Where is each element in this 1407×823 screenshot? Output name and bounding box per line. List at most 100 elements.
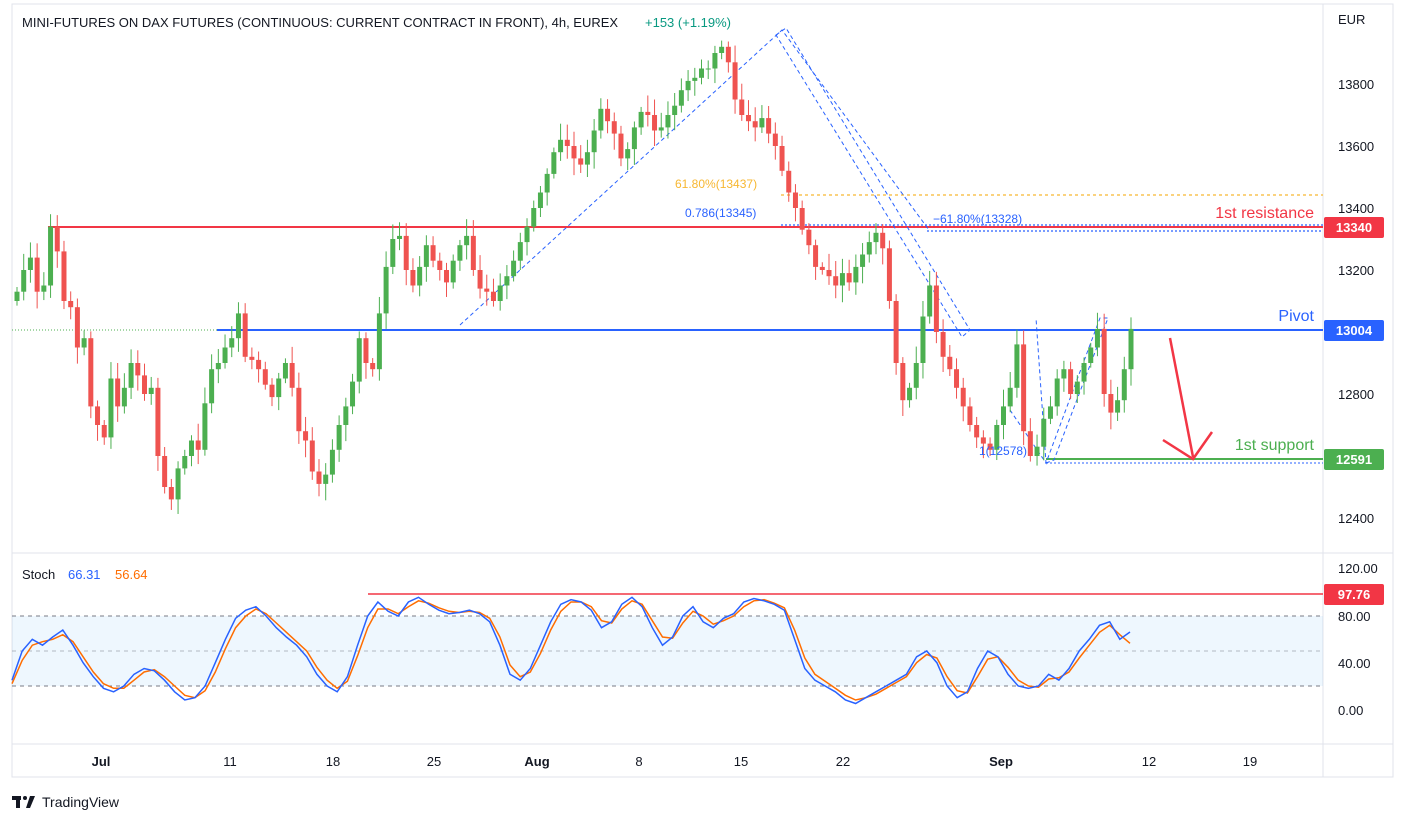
candle-down	[370, 363, 376, 370]
candle-down	[309, 440, 315, 472]
candle-down	[68, 301, 74, 308]
candle-up	[1128, 328, 1134, 370]
candle-down	[645, 111, 651, 115]
price-tick: 12800	[1338, 387, 1374, 402]
candle-down	[967, 406, 973, 425]
candle-down	[269, 384, 275, 398]
candle-down	[779, 146, 785, 171]
candle-up	[517, 242, 523, 261]
candle-up	[537, 192, 543, 208]
candle-down	[242, 313, 248, 357]
candle-up	[282, 363, 288, 379]
candle-up	[336, 425, 342, 450]
candle-up	[591, 130, 597, 153]
candle-up	[423, 245, 429, 267]
support-label: 1st support	[1235, 437, 1315, 454]
candle-down	[893, 301, 899, 363]
price-tick: 13200	[1338, 263, 1374, 278]
stoch-tick: 0.00	[1338, 703, 1363, 718]
candle-down	[960, 387, 966, 407]
fib-786-label: 0.786(13345)	[685, 206, 756, 220]
forecast-arrow-head	[1162, 431, 1214, 461]
candle-down	[571, 146, 577, 159]
candle-down	[262, 369, 268, 385]
candle-down	[772, 133, 778, 146]
time-tick: 18	[326, 754, 340, 769]
candle-down	[101, 425, 107, 438]
stoch-d-value: 56.64	[115, 567, 148, 582]
tradingview-brand[interactable]: TradingView	[12, 792, 119, 812]
candle-up	[450, 260, 456, 283]
candle-up	[397, 235, 403, 239]
candle-up	[866, 242, 872, 255]
time-tick: Sep	[989, 754, 1013, 769]
candle-up	[692, 77, 698, 81]
fib-one-label: 1(12578)	[979, 444, 1027, 458]
candle-up	[551, 152, 557, 174]
candle-down	[74, 307, 80, 348]
candle-up	[658, 127, 664, 131]
candle-down	[403, 235, 409, 270]
resistance-badge-text: 13340	[1336, 220, 1372, 235]
candle-down	[846, 273, 852, 283]
price-tick: 13800	[1338, 77, 1374, 92]
candle-up	[14, 291, 20, 301]
candle-up	[678, 90, 684, 106]
candle-up	[276, 378, 282, 398]
candle-up	[229, 338, 235, 348]
candle-down	[61, 251, 67, 301]
candle-up	[175, 468, 181, 500]
candle-up	[853, 266, 859, 283]
candle-up	[457, 245, 463, 261]
candle-up	[1081, 363, 1087, 382]
candle-down	[947, 356, 953, 370]
candle-up	[497, 285, 503, 301]
candle-down	[296, 387, 302, 432]
candle-up	[504, 276, 510, 286]
tradingview-logo-icon	[12, 796, 35, 808]
candle-down	[980, 437, 986, 444]
candle-down	[745, 115, 751, 122]
candle-down	[766, 118, 772, 134]
stoch-badge-text: 97.76	[1338, 587, 1371, 602]
candle-down	[1021, 344, 1027, 432]
candle-down	[819, 266, 825, 270]
candle-up	[873, 232, 879, 243]
candle-up	[1054, 378, 1060, 407]
candle-up	[417, 266, 423, 286]
candle-down	[256, 359, 262, 370]
candle-up	[631, 127, 637, 150]
candle-down	[437, 260, 443, 270]
candle-down	[54, 226, 60, 252]
price-tick: 13400	[1338, 201, 1374, 216]
candle-down	[410, 270, 416, 286]
candle-up	[1094, 328, 1100, 348]
stoch-tick: 40.00	[1338, 656, 1371, 671]
time-tick: Aug	[524, 754, 549, 769]
candles-group	[14, 40, 1134, 514]
pivot-badge-text: 13004	[1336, 323, 1373, 338]
candle-up	[927, 285, 933, 317]
candle-down	[900, 363, 906, 401]
candle-down	[195, 440, 201, 450]
candle-down	[618, 133, 624, 159]
candle-down	[135, 363, 141, 376]
fib-neg618-label: −61.80%(13328)	[933, 212, 1022, 226]
candle-up	[1034, 446, 1040, 456]
time-tick: 19	[1243, 754, 1257, 769]
price-tick: 12400	[1338, 511, 1374, 526]
candle-up	[235, 313, 241, 339]
candle-up	[464, 235, 470, 246]
price-tick: 13600	[1338, 139, 1374, 154]
candle-up	[584, 152, 590, 165]
time-tick: 8	[635, 754, 642, 769]
candle-down	[363, 338, 369, 363]
price-change: +153 (+1.19%)	[645, 15, 731, 30]
candle-down	[611, 121, 617, 134]
candle-up	[182, 456, 188, 469]
candle-up	[598, 108, 604, 131]
candle-up	[1007, 387, 1013, 407]
candle-down	[88, 338, 94, 407]
candle-down	[95, 406, 101, 425]
candle-up	[625, 149, 631, 159]
